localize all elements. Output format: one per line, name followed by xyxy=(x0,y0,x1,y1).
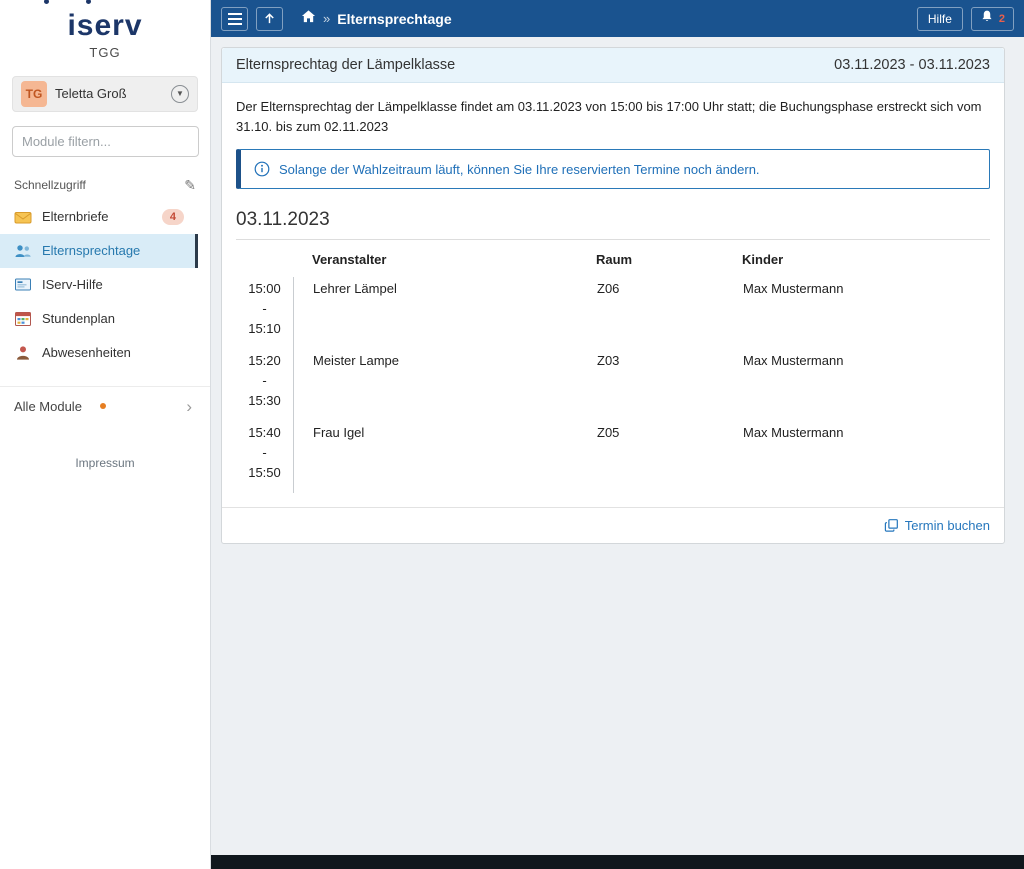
chevron-down-icon: ▼ xyxy=(171,84,189,103)
logo-dot-icon xyxy=(44,0,49,4)
breadcrumb: » Elternsprechtage xyxy=(301,9,452,29)
impressum-link[interactable]: Impressum xyxy=(0,456,210,470)
info-icon xyxy=(254,161,270,177)
booking-copy-icon xyxy=(884,519,898,532)
top-navigation-bar: » Elternsprechtage Hilfe 2 xyxy=(211,0,1024,37)
sidebar-item-abwesenheiten[interactable]: Abwesenheiten xyxy=(0,336,198,370)
column-header-kinder: Kinder xyxy=(742,252,784,267)
slot-start-time: 15:00 xyxy=(248,281,281,296)
organization-label: TGG xyxy=(89,44,121,60)
iserv-logo-text: iserv xyxy=(67,9,143,42)
sidebar: iserv TGG TG Teletta Groß ▼ Schnellzugri… xyxy=(0,0,211,869)
unread-badge: 4 xyxy=(161,208,184,225)
sidebar-item-label: Abwesenheiten xyxy=(42,345,131,360)
schedule-row: 15:40 - 15:50 Frau Igel Z05 Max Musterma… xyxy=(236,421,990,493)
all-modules-link[interactable]: Alle Module › xyxy=(0,385,210,426)
sidebar-item-label: Elternbriefe xyxy=(42,209,109,224)
time-separator: - xyxy=(262,300,267,316)
breadcrumb-separator: » xyxy=(323,11,331,26)
elternsprechtag-panel: Elternsprechtag der Lämpelklasse 03.11.2… xyxy=(221,47,1005,544)
schedule-header-row: Veranstalter Raum Kinder xyxy=(236,244,990,277)
notification-dot-icon xyxy=(99,403,106,409)
notifications-button[interactable]: 2 xyxy=(970,6,1014,31)
edit-pencil-icon[interactable]: ✎ xyxy=(184,177,196,194)
slot-end-time: 15:30 xyxy=(248,392,281,408)
time-separator: - xyxy=(262,444,267,460)
sidebar-item-iserv-hilfe[interactable]: IServ-Hilfe xyxy=(0,268,198,302)
slot-kinder: Max Mustermann xyxy=(743,353,844,368)
slot-kinder: Max Mustermann xyxy=(743,425,844,440)
page-title[interactable]: Elternsprechtage xyxy=(337,11,451,27)
bell-icon xyxy=(980,9,994,28)
info-alert: Solange der Wahlzeitraum läuft, können S… xyxy=(236,149,990,189)
sidebar-item-stundenplan[interactable]: Stundenplan xyxy=(0,302,198,336)
iserv-logo[interactable]: iserv xyxy=(0,0,210,42)
quick-access-label: Schnellzugriff xyxy=(14,178,86,192)
book-appointment-link[interactable]: Termin buchen xyxy=(884,518,990,533)
slot-kinder: Max Mustermann xyxy=(743,281,844,296)
sidebar-item-elternsprechtage[interactable]: Elternsprechtage xyxy=(0,233,198,268)
schedule-row: 15:20 - 15:30 Meister Lampe Z03 Max Must… xyxy=(236,349,990,421)
schedule-row: 15:00 - 15:10 Lehrer Lämpel Z06 Max Must… xyxy=(236,277,990,349)
people-icon xyxy=(14,242,32,260)
day-heading: 03.11.2023 xyxy=(236,209,330,230)
timetable-icon xyxy=(14,310,32,328)
column-header-veranstalter: Veranstalter xyxy=(312,252,387,267)
panel-title: Elternsprechtag der Lämpelklasse xyxy=(236,57,456,73)
user-name: Teletta Groß xyxy=(55,86,127,101)
sidebar-menu: Elternbriefe 4 Elternsprechtage IServ-Hi… xyxy=(0,200,210,370)
sidebar-item-label: Stundenplan xyxy=(42,311,116,326)
slot-veranstalter: Meister Lampe xyxy=(313,353,399,368)
slot-raum: Z06 xyxy=(597,281,620,296)
slot-end-time: 15:50 xyxy=(248,464,281,480)
notification-count-badge: 2 xyxy=(998,12,1005,25)
panel-date-range: 03.11.2023 - 03.11.2023 xyxy=(834,57,990,73)
slot-raum: Z05 xyxy=(597,425,620,440)
book-appointment-label: Termin buchen xyxy=(904,518,990,533)
absence-icon xyxy=(14,344,32,362)
help-screen-icon xyxy=(14,276,32,294)
time-separator: - xyxy=(262,372,267,388)
slot-veranstalter: Lehrer Lämpel xyxy=(313,281,397,296)
footer-bar xyxy=(211,855,1024,869)
home-icon[interactable] xyxy=(301,9,316,29)
module-filter-input[interactable] xyxy=(12,125,199,157)
all-modules-label: Alle Module xyxy=(14,398,82,414)
column-header-raum: Raum xyxy=(596,252,633,267)
sidebar-item-label: IServ-Hilfe xyxy=(42,277,103,292)
slot-start-time: 15:20 xyxy=(248,353,281,368)
slot-start-time: 15:40 xyxy=(248,425,281,440)
logo-dot-icon xyxy=(86,0,91,4)
slot-raum: Z03 xyxy=(597,353,620,368)
user-menu[interactable]: TG Teletta Groß ▼ xyxy=(12,75,198,112)
info-alert-text: Solange der Wahlzeitraum läuft, können S… xyxy=(279,161,760,177)
panel-description: Der Elternsprechtag der Lämpelklasse fin… xyxy=(236,99,982,134)
menu-toggle-button[interactable] xyxy=(221,6,248,31)
scroll-top-button[interactable] xyxy=(256,6,283,31)
chevron-right-icon: › xyxy=(186,396,192,416)
letters-icon xyxy=(14,208,32,226)
help-button[interactable]: Hilfe xyxy=(916,6,963,31)
slot-end-time: 15:10 xyxy=(248,320,281,336)
sidebar-item-label: Elternsprechtage xyxy=(42,243,141,258)
avatar: TG xyxy=(21,80,47,107)
main-content: Elternsprechtag der Lämpelklasse 03.11.2… xyxy=(211,37,1024,855)
slot-veranstalter: Frau Igel xyxy=(313,425,365,440)
sidebar-item-elternbriefe[interactable]: Elternbriefe 4 xyxy=(0,200,198,234)
divider xyxy=(236,239,990,240)
